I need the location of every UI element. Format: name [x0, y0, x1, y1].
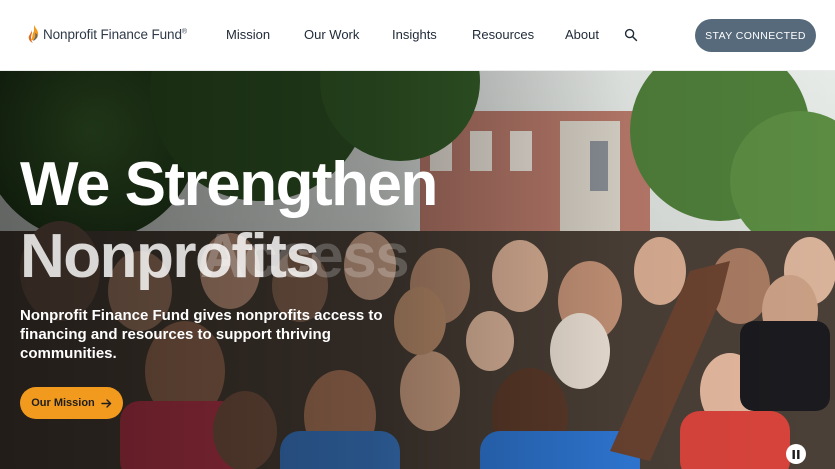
search-icon[interactable] — [624, 28, 638, 42]
pause-icon — [792, 449, 800, 459]
nav-item-our-work[interactable]: Our Work — [304, 27, 359, 42]
pause-video-button[interactable] — [786, 444, 806, 464]
rotating-word-current: Nonprofits — [20, 222, 320, 291]
hero-headline: We Strengthen — [20, 150, 438, 219]
our-mission-label: Our Mission — [31, 397, 95, 409]
stay-connected-button[interactable]: STAY CONNECTED — [695, 19, 816, 52]
nav-item-insights[interactable]: Insights — [392, 27, 437, 42]
hero-section: We Strengthen Access Nonprofits Nonprofi… — [0, 71, 835, 469]
nav-item-mission[interactable]: Mission — [226, 27, 270, 42]
nav-item-resources[interactable]: Resources — [472, 27, 534, 42]
nav-item-about[interactable]: About — [565, 27, 599, 42]
our-mission-button[interactable]: Our Mission — [20, 387, 123, 419]
rotating-headline: Access Nonprofits — [20, 221, 480, 291]
hero-subhead: Nonprofit Finance Fund gives nonprofits … — [20, 307, 383, 362]
arrow-right-icon — [101, 398, 111, 408]
site-header: Nonprofit Finance Fund® Mission Our Work… — [0, 0, 835, 71]
